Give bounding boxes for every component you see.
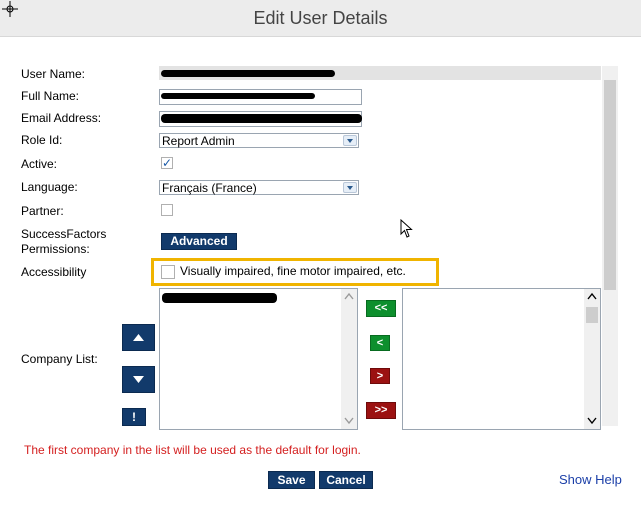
language-label: Language:: [21, 180, 78, 194]
advanced-button[interactable]: Advanced: [161, 233, 237, 250]
available-company-list[interactable]: [402, 288, 601, 430]
mouse-pointer-icon: [400, 219, 413, 238]
page-title: Edit User Details: [253, 8, 388, 28]
sf-permissions-label-line2: Permissions:: [21, 242, 90, 256]
move-right-button[interactable]: >: [370, 368, 390, 384]
role-select-value: Report Admin: [162, 134, 235, 148]
sf-permissions-label-line1: SuccessFactors: [21, 227, 107, 241]
scroll-down-icon[interactable]: [344, 417, 354, 425]
accessibility-label: Accessibility: [21, 265, 87, 279]
default-company-note: The first company in the list will be us…: [24, 443, 361, 457]
user-name-redaction: [161, 70, 335, 77]
cancel-button[interactable]: Cancel: [319, 471, 373, 489]
set-default-button[interactable]: !: [122, 408, 146, 426]
company-redaction: [162, 293, 277, 303]
chevron-down-icon[interactable]: [343, 182, 357, 193]
accessibility-checkbox[interactable]: [161, 265, 175, 279]
scroll-up-icon[interactable]: [587, 292, 597, 300]
active-label: Active:: [21, 157, 58, 171]
accessibility-option-label[interactable]: Visually impaired, fine motor impaired, …: [180, 264, 406, 278]
email-redaction: [161, 114, 362, 123]
full-name-redaction: [161, 93, 315, 99]
arrow-down-icon: [133, 376, 144, 383]
available-list-scrollbar-thumb[interactable]: [586, 307, 598, 323]
user-name-label: User Name:: [21, 67, 86, 81]
move-up-button[interactable]: [122, 324, 155, 351]
full-name-label: Full Name:: [21, 89, 80, 103]
email-label: Email Address:: [21, 111, 102, 125]
move-down-button[interactable]: [122, 366, 155, 393]
scroll-down-icon[interactable]: [587, 417, 597, 425]
assigned-list-scrollbar[interactable]: [341, 289, 357, 429]
scroll-up-icon[interactable]: [344, 292, 354, 300]
active-checkbox[interactable]: ✓: [161, 157, 173, 169]
save-button[interactable]: Save: [268, 471, 315, 489]
role-label: Role Id:: [21, 133, 63, 147]
role-select[interactable]: Report Admin: [159, 133, 359, 148]
arrow-up-icon: [133, 334, 144, 341]
assigned-company-list[interactable]: [159, 288, 358, 430]
move-all-right-button[interactable]: >>: [366, 402, 396, 419]
company-list-label: Company List:: [21, 352, 98, 366]
chevron-down-icon[interactable]: [343, 135, 357, 146]
move-all-left-button[interactable]: <<: [366, 300, 396, 317]
show-help-link[interactable]: Show Help: [559, 472, 622, 487]
page-scrollbar-thumb[interactable]: [604, 80, 616, 290]
partner-label: Partner:: [21, 204, 64, 218]
move-left-button[interactable]: <: [370, 335, 390, 351]
language-select-value: Français (France): [162, 181, 257, 195]
partner-checkbox[interactable]: [161, 204, 173, 216]
language-select[interactable]: Français (France): [159, 180, 359, 195]
